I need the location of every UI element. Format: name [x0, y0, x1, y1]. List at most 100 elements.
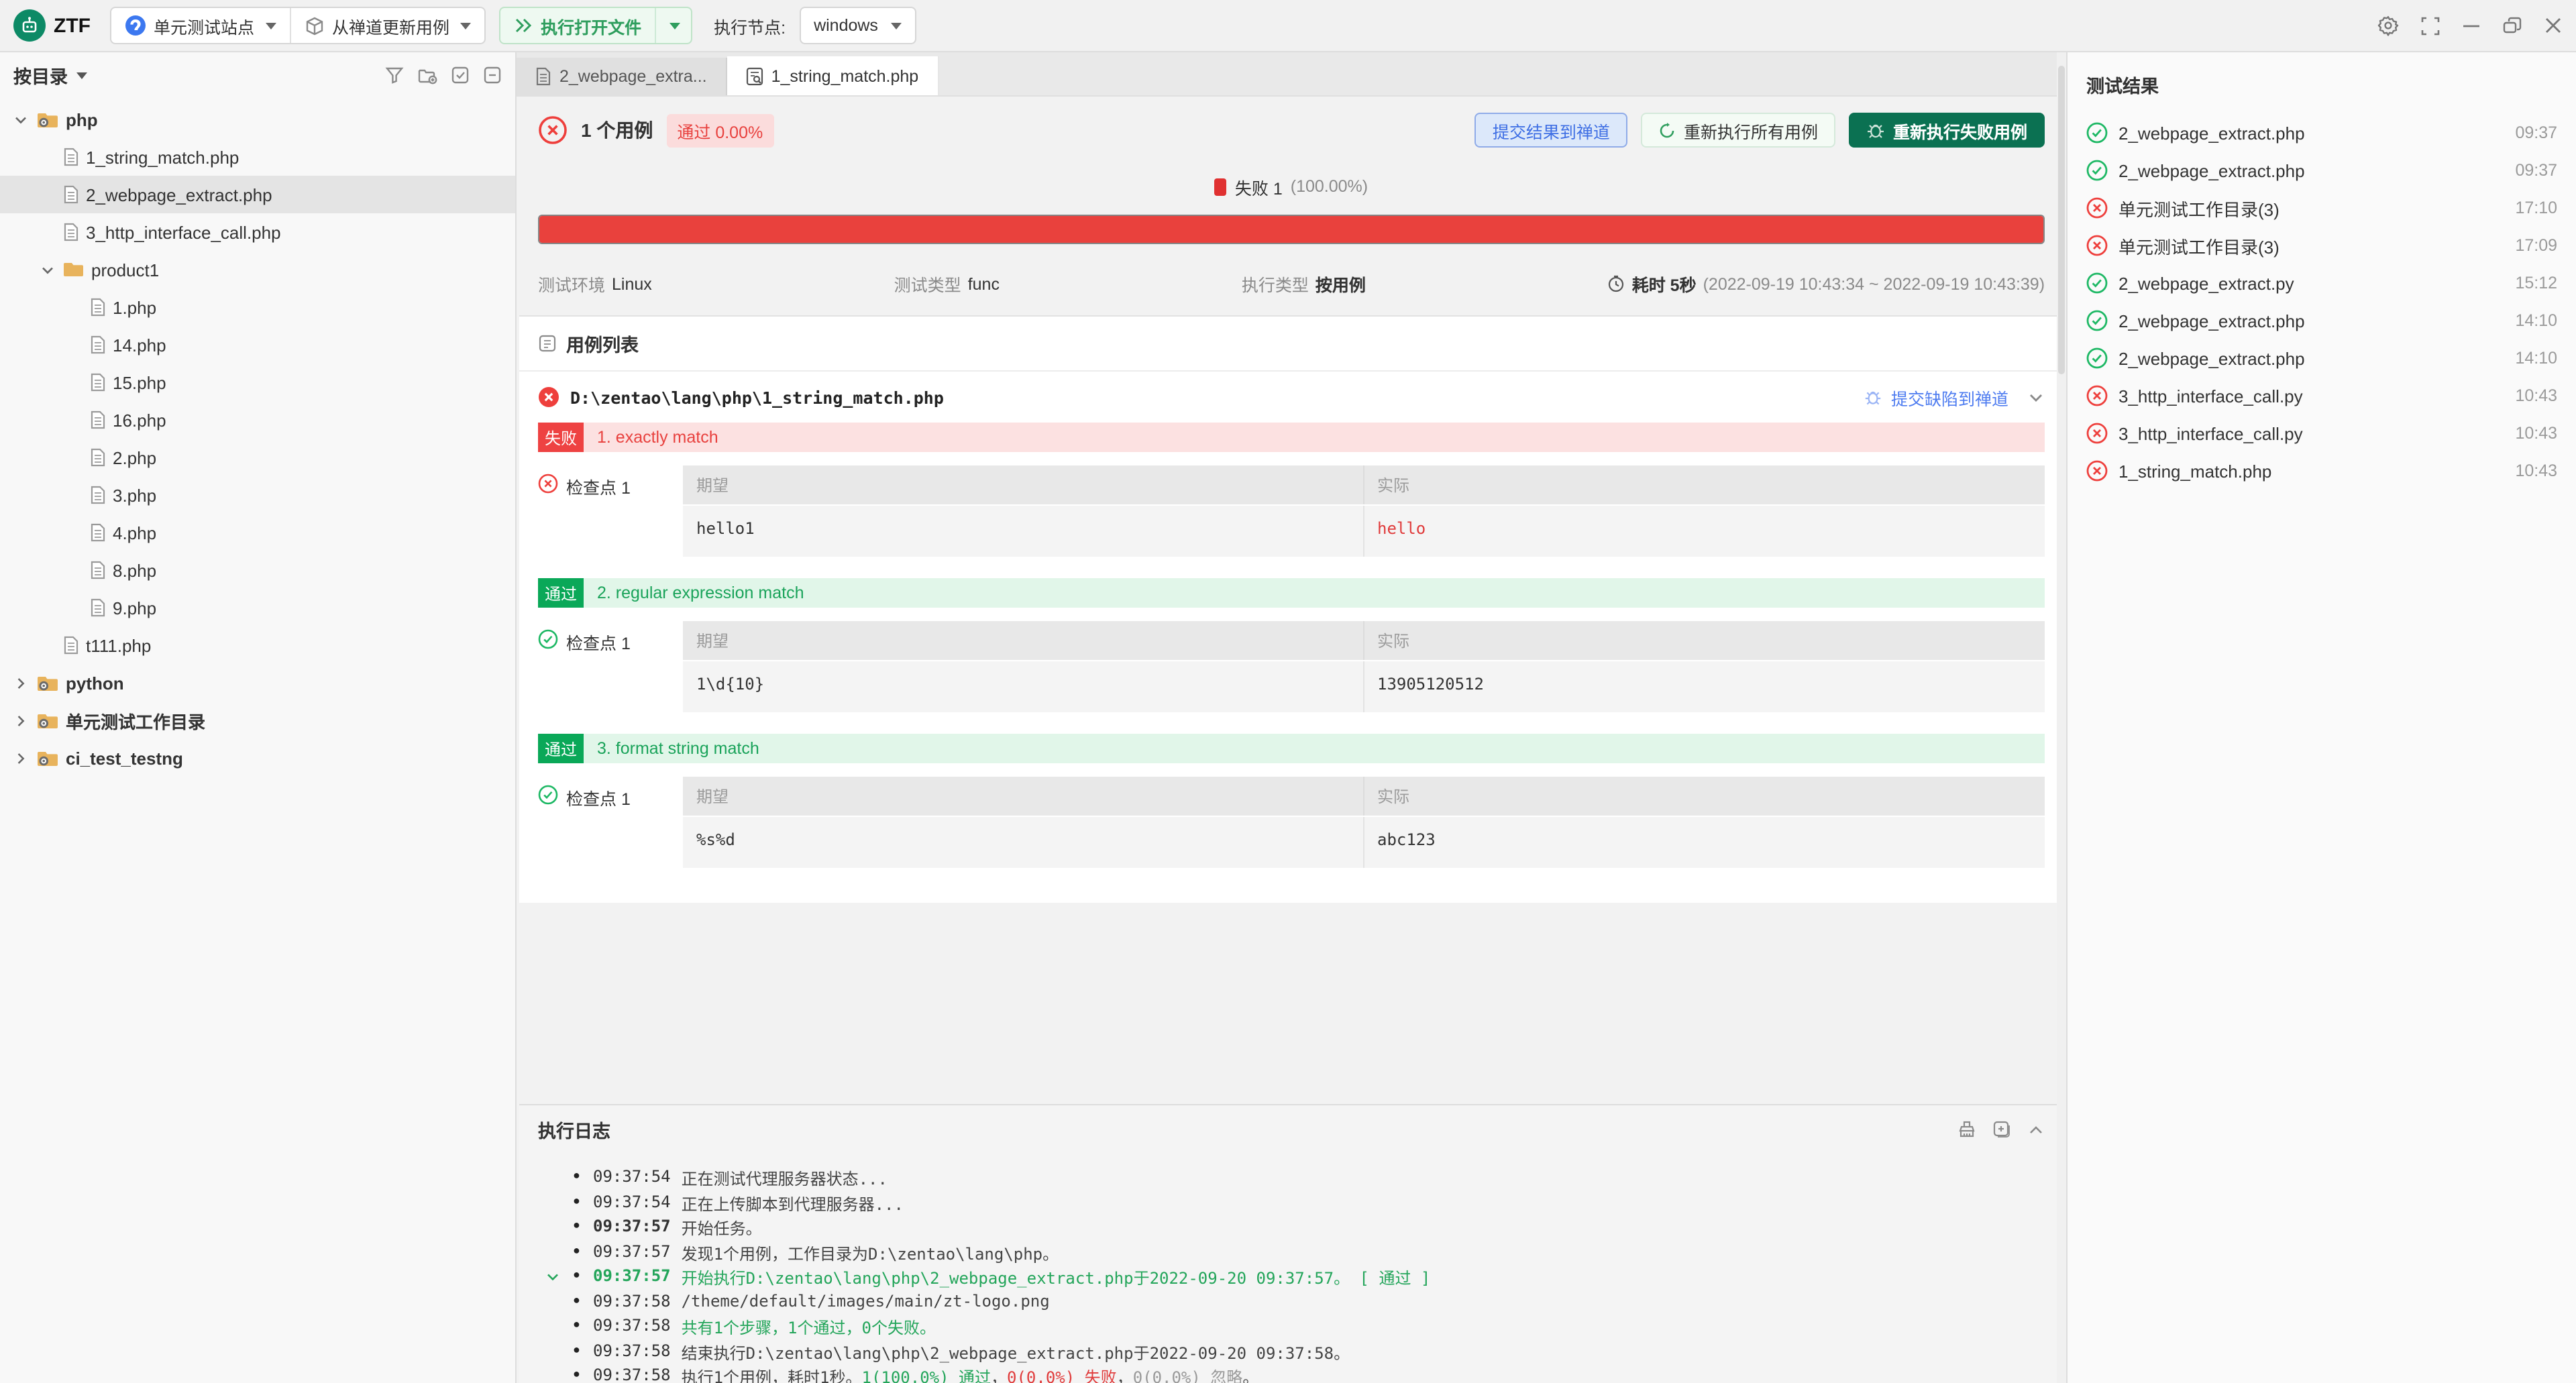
fullscreen-icon[interactable] — [2420, 15, 2440, 36]
collapse-all-icon[interactable] — [483, 66, 502, 85]
log-lines: ●09:37:54正在测试代理服务器状态...●09:37:54正在上传脚本到代… — [519, 1154, 2063, 1383]
fail-circle-icon — [2086, 385, 2108, 406]
ztf-app-window: ZTF 单元测试站点 从禅道更新用例 执行打开文件 执行节点: windows — [0, 0, 2576, 1383]
filter-icon[interactable] — [385, 66, 404, 85]
log-message: 共有1个步骤，1个通过，0个失败。 — [682, 1316, 936, 1339]
tree-item-1.php[interactable]: 1.php — [0, 288, 515, 326]
tree-item-label: 15.php — [113, 372, 166, 392]
chevron-right-icon[interactable] — [11, 751, 30, 765]
update-cases-button[interactable]: 从禅道更新用例 — [289, 8, 484, 43]
test-result-item[interactable]: 2_webpage_extract.py15:12 — [2086, 264, 2557, 302]
new-folder-icon[interactable] — [417, 66, 437, 85]
scrollbar-thumb[interactable] — [2058, 66, 2065, 374]
log-bullet: ● — [573, 1341, 582, 1356]
tab-bar: 2_webpage_extra... 1_string_match.php — [517, 52, 2066, 97]
tree-item-label: 8.php — [113, 560, 156, 580]
fail-circle-icon — [2086, 197, 2108, 219]
progress-legend: 失败 1 (100.00%) — [519, 169, 2063, 204]
settings-gear-icon[interactable] — [2377, 15, 2399, 36]
log-line: ●09:37:54正在上传脚本到代理服务器... — [546, 1192, 2045, 1217]
tree-item-2_webpage_extract.php[interactable]: 2_webpage_extract.php — [0, 176, 515, 213]
file-icon — [90, 486, 106, 504]
submit-bug-link[interactable]: 提交缺陷到禅道 — [1864, 384, 2008, 410]
chevron-down-icon[interactable] — [38, 262, 56, 277]
tab-1-string-match[interactable]: 1_string_match.php — [727, 56, 939, 95]
chevron-right-icon[interactable] — [11, 675, 30, 690]
restore-window-icon[interactable] — [2502, 15, 2522, 36]
test-result-item[interactable]: 2_webpage_extract.php14:10 — [2086, 339, 2557, 377]
tree-item-python[interactable]: python — [0, 664, 515, 702]
type-label: 测试类型 — [894, 271, 961, 296]
tree-item-16.php[interactable]: 16.php — [0, 401, 515, 439]
rerun-failed-button[interactable]: 重新执行失败用例 — [1849, 113, 2045, 148]
checkpoint: 检查点 1期望实际%s%dabc123 — [538, 777, 2045, 868]
test-result-item[interactable]: 3_http_interface_call.py10:43 — [2086, 377, 2557, 414]
exec-node-value: windows — [814, 16, 878, 35]
test-result-item[interactable]: 2_webpage_extract.php14:10 — [2086, 302, 2557, 339]
test-result-item[interactable]: 2_webpage_extract.php09:37 — [2086, 114, 2557, 152]
tree-item-3_http_interface_call.php[interactable]: 3_http_interface_call.php — [0, 213, 515, 251]
log-bullet: ● — [573, 1366, 582, 1380]
tree-item-1_string_match.php[interactable]: 1_string_match.php — [0, 138, 515, 176]
run-options-dropdown[interactable] — [655, 8, 691, 43]
fail-legend-percent: (100.00%) — [1291, 177, 1368, 196]
test-result-item[interactable]: 3_http_interface_call.py10:43 — [2086, 414, 2557, 452]
exec-type-label: 执行类型 — [1242, 271, 1309, 296]
chevron-down-icon[interactable] — [76, 72, 87, 78]
env-label: 测试环境 — [538, 271, 605, 296]
tree-item-ci_test_testng[interactable]: ci_test_testng — [0, 739, 515, 777]
env-value: Linux — [612, 274, 652, 293]
checkpoint-table: 期望实际hello1hello — [683, 465, 2045, 557]
test-result-item[interactable]: 单元测试工作目录(3)17:09 — [2086, 227, 2557, 264]
tree-item-8.php[interactable]: 8.php — [0, 551, 515, 589]
tree-mode-label[interactable]: 按目录 — [13, 62, 68, 89]
bug-icon — [1864, 388, 1883, 406]
tree-item--[interactable]: 单元测试工作目录 — [0, 702, 515, 739]
case-row[interactable]: D:\zentao\lang\php\1_string_match.php 提交… — [519, 372, 2063, 423]
tree-item-4.php[interactable]: 4.php — [0, 514, 515, 551]
tab-2-webpage-extract[interactable]: 2_webpage_extra... — [517, 58, 727, 95]
chevron-down-icon[interactable] — [11, 112, 30, 127]
file-icon — [90, 448, 106, 467]
window-controls — [2377, 15, 2563, 36]
minimize-icon[interactable] — [2462, 16, 2481, 35]
test-result-item[interactable]: 单元测试工作目录(3)17:10 — [2086, 189, 2557, 227]
tree-item-label: 4.php — [113, 522, 156, 543]
step-status-badge: 通过 — [538, 578, 584, 608]
collapse-log-chevron-icon[interactable] — [2027, 1120, 2045, 1139]
log-line: ●09:37:58结束执行D:\zentao\lang\php\2_webpag… — [546, 1341, 2045, 1366]
app-logo: ZTF — [13, 9, 91, 42]
select-check-icon[interactable] — [451, 66, 470, 85]
close-icon[interactable] — [2544, 16, 2563, 35]
unit-test-site-dropdown[interactable]: 单元测试站点 — [111, 8, 289, 43]
tree-item-2.php[interactable]: 2.php — [0, 439, 515, 476]
clear-log-icon[interactable] — [1957, 1120, 1976, 1139]
checkpoint-pass-icon — [538, 785, 558, 805]
tree-item-product1[interactable]: product1 — [0, 251, 515, 288]
tree-item-9.php[interactable]: 9.php — [0, 589, 515, 626]
chevron-right-icon[interactable] — [11, 713, 30, 728]
log-expander-chevron-icon[interactable] — [546, 1270, 559, 1284]
test-result-item[interactable]: 2_webpage_extract.php09:37 — [2086, 152, 2557, 189]
rerun-all-button[interactable]: 重新执行所有用例 — [1641, 113, 1835, 148]
tree-item-t111.php[interactable]: t111.php — [0, 626, 515, 664]
run-open-file-button[interactable]: 执行打开文件 — [500, 8, 655, 43]
main-scrollbar[interactable] — [2057, 52, 2066, 1383]
log-time: 09:37:58 — [593, 1341, 671, 1360]
script-tree-sidebar: 按目录 php1_string_match.php2_webpage_extra… — [0, 52, 517, 1383]
submit-results-button[interactable]: 提交结果到禅道 — [1475, 113, 1627, 148]
exec-node-select[interactable]: windows — [799, 7, 917, 44]
test-result-item[interactable]: 1_string_match.php10:43 — [2086, 452, 2557, 490]
file-icon — [90, 523, 106, 542]
tree-item-label: 1.php — [113, 297, 156, 317]
fail-circle-icon — [538, 115, 568, 145]
open-in-window-icon[interactable] — [1992, 1120, 2011, 1139]
result-time: 17:09 — [2515, 236, 2557, 255]
tree-item-14.php[interactable]: 14.php — [0, 326, 515, 364]
tree-item-3.php[interactable]: 3.php — [0, 476, 515, 514]
actual-value: 13905120512 — [1364, 661, 2045, 712]
tree-item-15.php[interactable]: 15.php — [0, 364, 515, 401]
collapse-case-chevron-icon[interactable] — [2027, 388, 2045, 406]
tree-item-php[interactable]: php — [0, 101, 515, 138]
chevron-down-icon — [460, 22, 471, 29]
